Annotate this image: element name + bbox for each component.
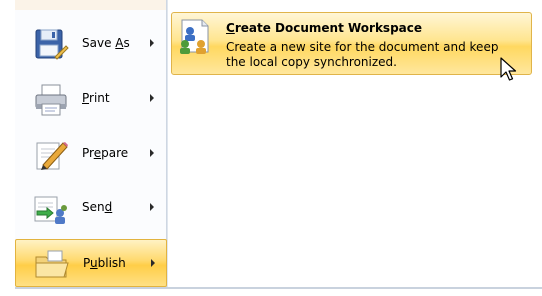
submenu-item-title: Create Document Workspace bbox=[226, 21, 423, 35]
submenu-item-description: Create a new site for the document and k… bbox=[226, 40, 499, 69]
menu-item-label: Print bbox=[82, 91, 110, 105]
menu-item-publish[interactable]: Publish bbox=[15, 239, 167, 287]
office-menu-frame: Save As Print Prepare Send Publish Creat… bbox=[0, 0, 542, 296]
previous-item-edge bbox=[15, 0, 167, 10]
document-workspace-icon bbox=[180, 19, 209, 54]
menu-item-label: Publish bbox=[83, 256, 126, 270]
menu-item-print[interactable]: Print bbox=[15, 75, 167, 123]
send-icon bbox=[34, 196, 67, 224]
menu-item-save-as[interactable]: Save As bbox=[15, 20, 167, 68]
menu-item-prepare[interactable]: Prepare bbox=[15, 130, 167, 178]
menu-item-label: Prepare bbox=[82, 146, 129, 160]
submenu-arrow-icon bbox=[150, 149, 154, 157]
create-document-workspace-item[interactable]: Create Document Workspace Create a new s… bbox=[171, 12, 532, 75]
menu-item-send[interactable]: Send bbox=[15, 184, 167, 232]
submenu-arrow-icon bbox=[150, 203, 154, 211]
menu-item-label: Save As bbox=[82, 36, 130, 50]
submenu-arrow-icon bbox=[150, 94, 154, 102]
mouse-pointer-icon bbox=[500, 57, 517, 81]
prepare-pencil-icon bbox=[36, 142, 68, 170]
submenu-arrow-icon bbox=[151, 259, 155, 267]
printer-icon bbox=[35, 84, 67, 116]
save-as-icon bbox=[35, 29, 69, 60]
publish-folder-icon bbox=[35, 250, 69, 278]
menu-bottom-border bbox=[15, 287, 542, 289]
menu-item-label: Send bbox=[82, 200, 113, 214]
submenu-arrow-icon bbox=[150, 39, 154, 47]
